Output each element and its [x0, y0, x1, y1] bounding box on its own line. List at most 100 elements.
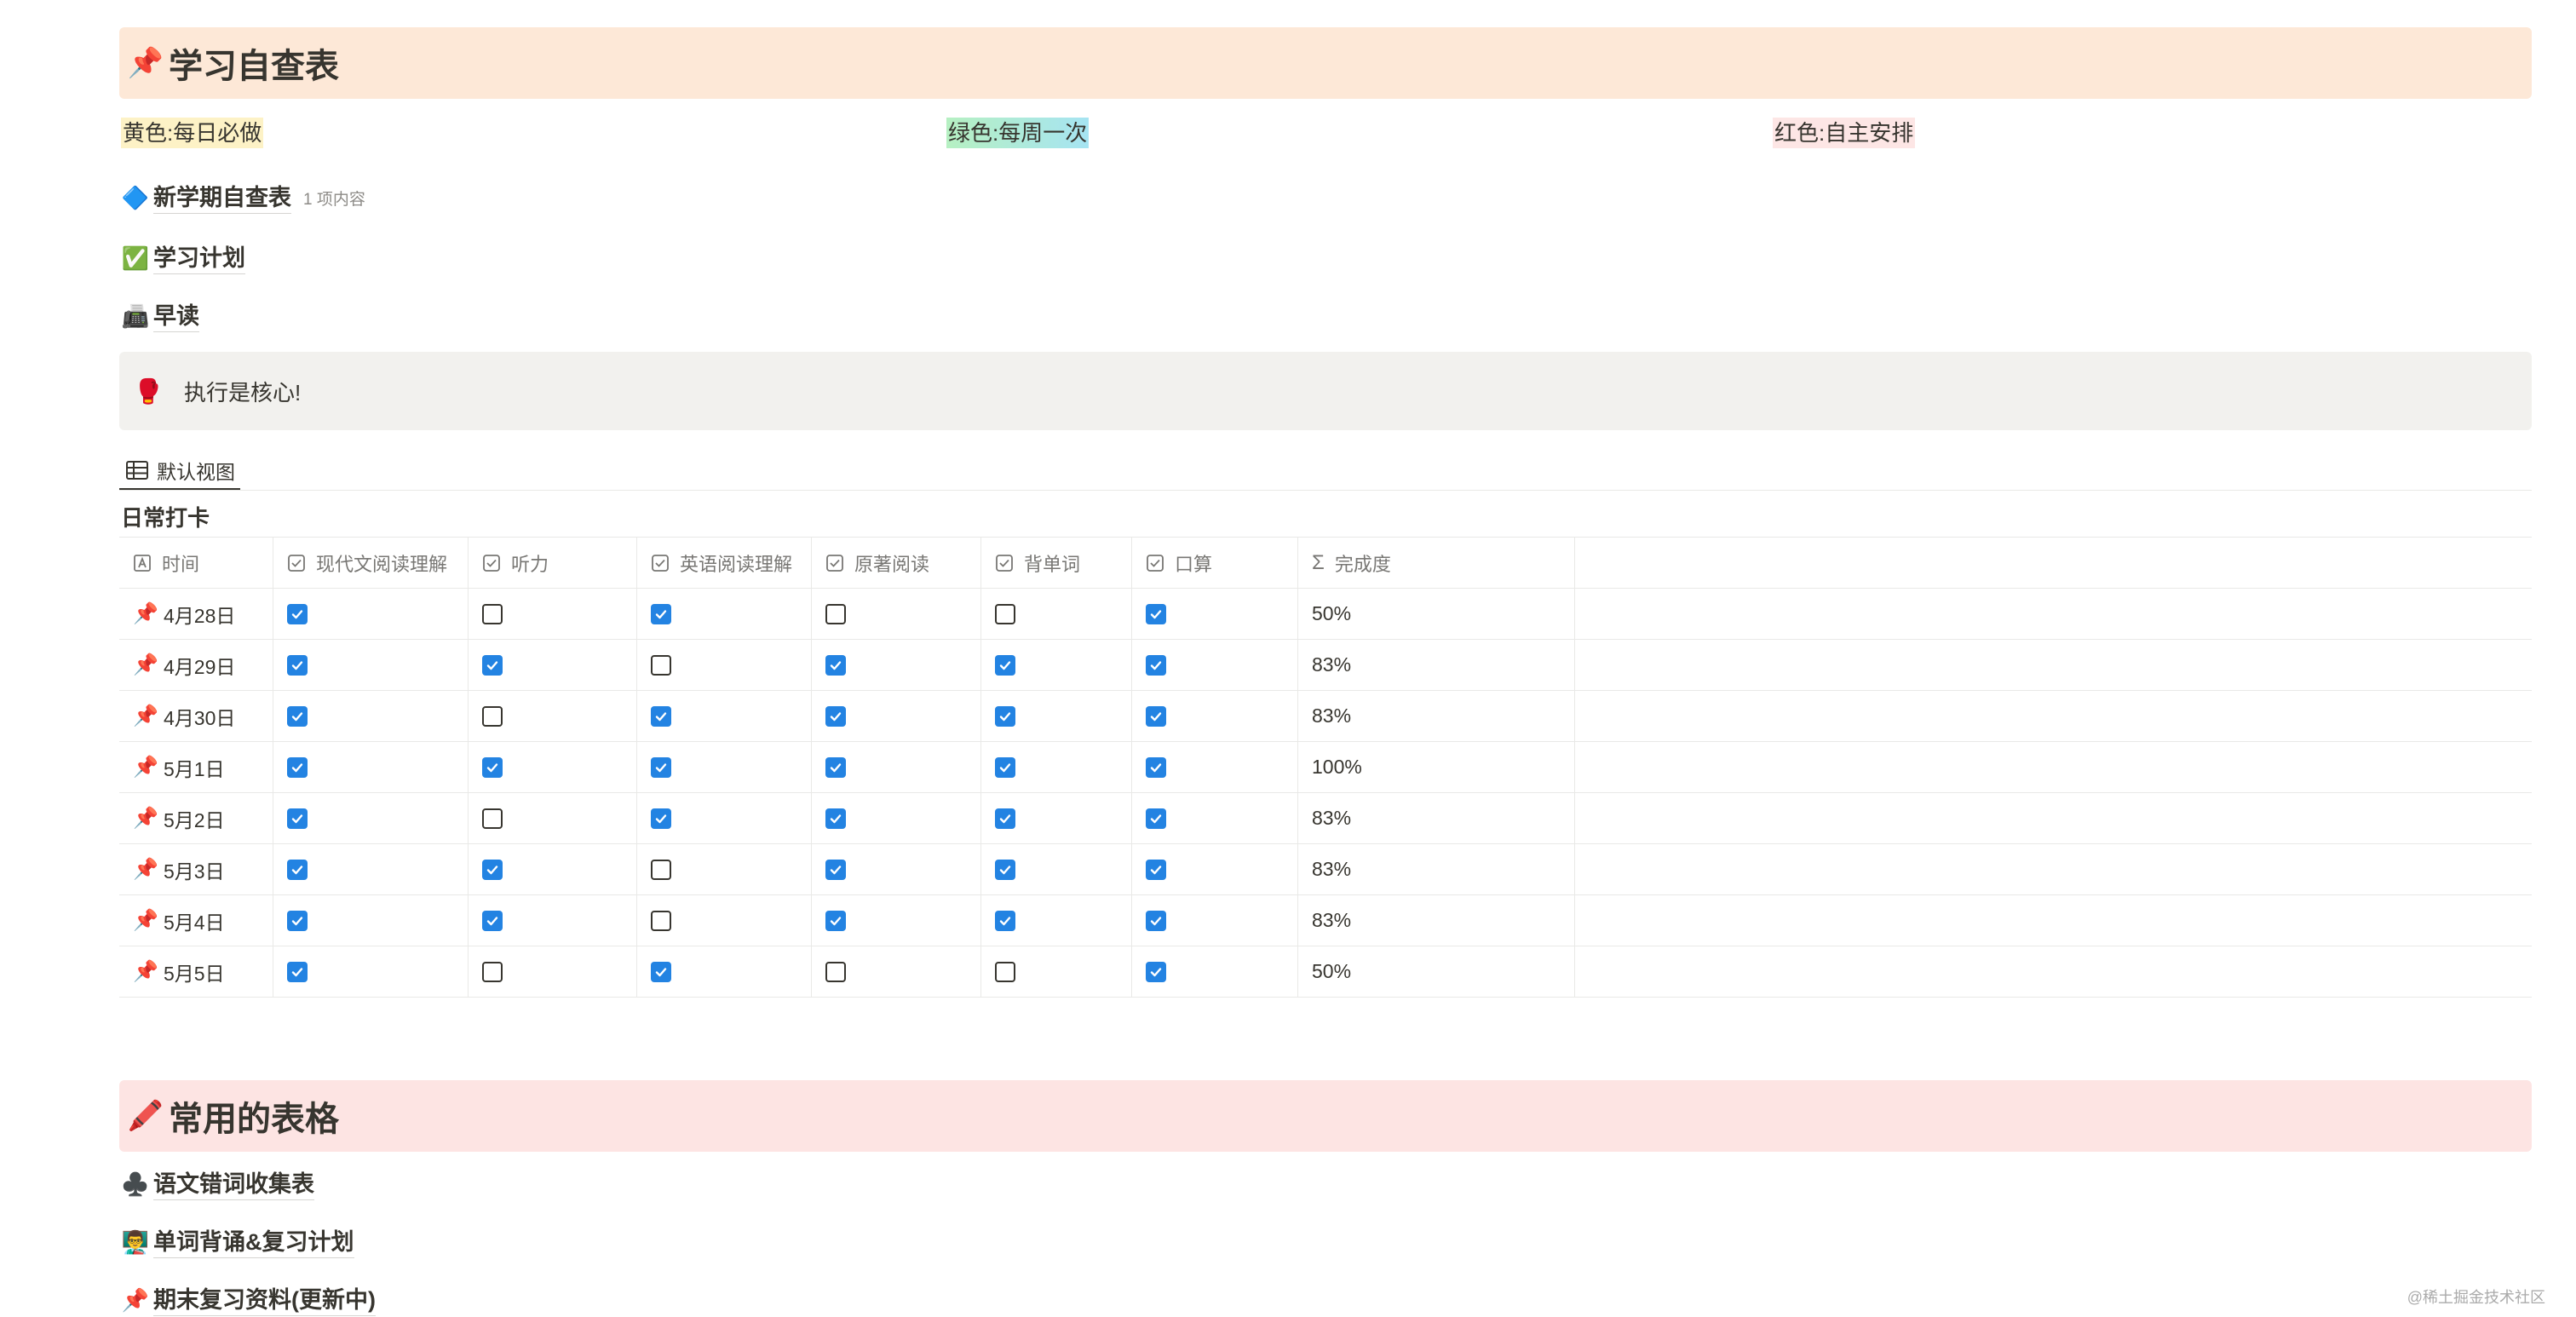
- column-header-mental-math[interactable]: 口算: [1132, 538, 1298, 588]
- checkbox-unchecked[interactable]: [651, 654, 671, 676]
- checkbox-checked[interactable]: [995, 654, 1015, 676]
- checkbox-checked[interactable]: [482, 756, 503, 778]
- pushpin-icon: 📌: [133, 807, 158, 830]
- table-row[interactable]: 📌 4月28日 50%: [119, 589, 2532, 640]
- column-header-reading[interactable]: 现代文阅读理解: [273, 538, 469, 588]
- table-row[interactable]: 📌 5月4日 83%: [119, 895, 2532, 946]
- checkbox-checked[interactable]: [482, 654, 503, 676]
- page-link-final-review[interactable]: 📌 期末复习资料(更新中): [121, 1283, 376, 1317]
- page-link-study-plan[interactable]: ✅ 学习计划: [121, 241, 245, 275]
- checkbox-checked[interactable]: [651, 705, 671, 727]
- cell-checkbox: [273, 589, 469, 639]
- cell-checkbox: [637, 691, 812, 741]
- checkbox-unchecked[interactable]: [482, 705, 503, 727]
- checkbox-checked[interactable]: [482, 859, 503, 880]
- checkbox-checked[interactable]: [1146, 961, 1166, 982]
- checkbox-checked[interactable]: [287, 808, 308, 829]
- cell-checkbox: [469, 742, 637, 792]
- checkbox-checked[interactable]: [1146, 859, 1166, 880]
- checkbox-checked[interactable]: [825, 808, 846, 829]
- checkbox-unchecked[interactable]: [651, 859, 671, 880]
- checkbox-unchecked[interactable]: [995, 961, 1015, 982]
- table-row[interactable]: 📌 5月3日 83%: [119, 844, 2532, 895]
- empty-column: [1575, 538, 2532, 588]
- checkbox-checked[interactable]: [1146, 910, 1166, 931]
- column-header-time[interactable]: 时间: [119, 538, 273, 588]
- checkbox-checked[interactable]: [825, 859, 846, 880]
- column-header-english-reading[interactable]: 英语阅读理解: [637, 538, 812, 588]
- date-text: 4月28日: [164, 604, 236, 627]
- cell-checkbox: [273, 742, 469, 792]
- checkbox-checked[interactable]: [651, 808, 671, 829]
- checkbox-checked[interactable]: [287, 654, 308, 676]
- page-link-morning-reading[interactable]: 📠 早读: [121, 299, 199, 333]
- checkbox-checked[interactable]: [1146, 756, 1166, 778]
- checkbox-checked[interactable]: [287, 961, 308, 982]
- cell-completion: 83%: [1298, 895, 1575, 946]
- column-header-listening[interactable]: 听力: [469, 538, 637, 588]
- cell-date[interactable]: 📌 5月5日: [119, 946, 273, 997]
- checkbox-checked[interactable]: [825, 910, 846, 931]
- checkbox-checked[interactable]: [287, 859, 308, 880]
- column-header-completion[interactable]: Σ 完成度: [1298, 538, 1575, 588]
- checkbox-checked[interactable]: [1146, 603, 1166, 624]
- checkbox-checked[interactable]: [482, 910, 503, 931]
- page-link-label: 早读: [153, 301, 199, 332]
- checkbox-unchecked[interactable]: [825, 961, 846, 982]
- checkbox-unchecked[interactable]: [825, 603, 846, 624]
- cell-checkbox: [981, 946, 1132, 997]
- checkbox-unchecked[interactable]: [995, 603, 1015, 624]
- column-header-vocab[interactable]: 背单词: [981, 538, 1132, 588]
- cell-date[interactable]: 📌 5月1日: [119, 742, 273, 792]
- checkbox-checked[interactable]: [287, 756, 308, 778]
- cell-date[interactable]: 📌 4月29日: [119, 640, 273, 690]
- checkbox-checked[interactable]: [825, 705, 846, 727]
- table-row[interactable]: 📌 4月29日 83%: [119, 640, 2532, 691]
- cell-date[interactable]: 📌 4月30日: [119, 691, 273, 741]
- checkbox-checked[interactable]: [287, 603, 308, 624]
- cell-date[interactable]: 📌 4月28日: [119, 589, 273, 639]
- cell-checkbox: [469, 844, 637, 894]
- table-row[interactable]: 📌 5月2日 83%: [119, 793, 2532, 844]
- cell-checkbox: [981, 691, 1132, 741]
- checkbox-checked[interactable]: [825, 756, 846, 778]
- checkbox-checked[interactable]: [995, 808, 1015, 829]
- checkbox-checked[interactable]: [287, 910, 308, 931]
- page-link-chinese-errors[interactable]: ♣️ 语文错词收集表: [121, 1167, 314, 1201]
- checkbox-checked[interactable]: [1146, 808, 1166, 829]
- database-table: 时间 现代文阅读理解 听力 英语阅读理解 原著阅读 背单词 口算 Σ 完成度 📌…: [119, 538, 2532, 998]
- checkbox-unchecked[interactable]: [482, 603, 503, 624]
- cell-checkbox: [469, 946, 637, 997]
- empty-cell: [1575, 640, 2532, 690]
- cell-checkbox: [469, 589, 637, 639]
- pushpin-icon: 📌: [133, 756, 158, 779]
- database-title[interactable]: 日常打卡: [121, 501, 210, 532]
- checkbox-checked[interactable]: [995, 705, 1015, 727]
- table-row[interactable]: 📌 5月5日 50%: [119, 946, 2532, 998]
- checkbox-checked[interactable]: [995, 910, 1015, 931]
- checkbox-checked[interactable]: [651, 961, 671, 982]
- cell-date[interactable]: 📌 5月4日: [119, 895, 273, 946]
- checkbox-unchecked[interactable]: [482, 808, 503, 829]
- cell-checkbox: [273, 844, 469, 894]
- checkbox-checked[interactable]: [651, 756, 671, 778]
- checkbox-checked[interactable]: [825, 654, 846, 676]
- empty-cell: [1575, 895, 2532, 946]
- table-row[interactable]: 📌 5月1日 100%: [119, 742, 2532, 793]
- checkbox-unchecked[interactable]: [482, 961, 503, 982]
- page-link-new-term-checklist[interactable]: 🔷 新学期自查表 1 项内容: [121, 181, 365, 215]
- pushpin-icon: 📌: [133, 653, 158, 676]
- checkbox-checked[interactable]: [287, 705, 308, 727]
- checkbox-checked[interactable]: [1146, 705, 1166, 727]
- cell-date[interactable]: 📌 5月3日: [119, 844, 273, 894]
- page-link-vocab-review[interactable]: 👨‍🏫 单词背诵&复习计划: [121, 1225, 354, 1259]
- tab-default-view[interactable]: 默认视图: [119, 451, 240, 491]
- checkbox-checked[interactable]: [1146, 654, 1166, 676]
- checkbox-checked[interactable]: [995, 859, 1015, 880]
- column-header-original-reading[interactable]: 原著阅读: [812, 538, 981, 588]
- checkbox-unchecked[interactable]: [651, 910, 671, 931]
- checkbox-checked[interactable]: [651, 603, 671, 624]
- checkbox-checked[interactable]: [995, 756, 1015, 778]
- table-row[interactable]: 📌 4月30日 83%: [119, 691, 2532, 742]
- cell-date[interactable]: 📌 5月2日: [119, 793, 273, 843]
